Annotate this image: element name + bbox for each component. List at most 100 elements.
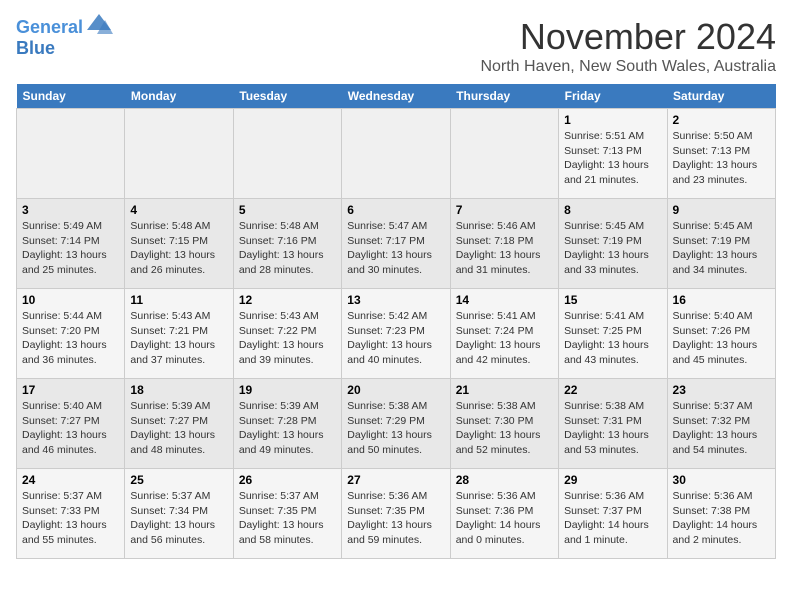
day-header-sunday: Sunday [17,84,125,109]
calendar-cell: 9 Sunrise: 5:45 AM Sunset: 7:19 PM Daylig… [667,199,775,289]
calendar-cell: 12 Sunrise: 5:43 AM Sunset: 7:22 PM Dayli… [233,289,341,379]
day-number: 13 [347,293,444,307]
day-info: Sunrise: 5:51 AM Sunset: 7:13 PM Dayligh… [564,129,661,188]
day-number: 28 [456,473,553,487]
day-number: 3 [22,203,119,217]
calendar-cell: 30 Sunrise: 5:36 AM Sunset: 7:38 PM Dayli… [667,469,775,559]
calendar-cell: 13 Sunrise: 5:42 AM Sunset: 7:23 PM Dayli… [342,289,450,379]
logo-general: General [16,17,83,37]
day-header-friday: Friday [559,84,667,109]
day-info: Sunrise: 5:38 AM Sunset: 7:30 PM Dayligh… [456,399,553,458]
calendar-cell: 25 Sunrise: 5:37 AM Sunset: 7:34 PM Dayli… [125,469,233,559]
calendar-cell [233,109,341,199]
day-number: 12 [239,293,336,307]
calendar-cell [125,109,233,199]
day-number: 2 [673,113,770,127]
calendar-week-row: 24Sunrise: 5:37 AM Sunset: 7:33 PM Dayli… [17,469,776,559]
day-number: 27 [347,473,444,487]
location-subtitle: North Haven, New South Wales, Australia [480,58,776,76]
day-info: Sunrise: 5:48 AM Sunset: 7:15 PM Dayligh… [130,219,227,278]
logo-text: General [16,18,83,38]
day-number: 11 [130,293,227,307]
day-info: Sunrise: 5:43 AM Sunset: 7:21 PM Dayligh… [130,309,227,368]
day-number: 30 [673,473,770,487]
calendar-cell: 19 Sunrise: 5:39 AM Sunset: 7:28 PM Dayli… [233,379,341,469]
day-number: 23 [673,383,770,397]
calendar-cell: 5 Sunrise: 5:48 AM Sunset: 7:16 PM Daylig… [233,199,341,289]
calendar-cell: 14Sunrise: 5:41 AM Sunset: 7:24 PM Dayli… [450,289,558,379]
calendar-cell: 28 Sunrise: 5:36 AM Sunset: 7:36 PM Dayli… [450,469,558,559]
day-info: Sunrise: 5:47 AM Sunset: 7:17 PM Dayligh… [347,219,444,278]
day-number: 9 [673,203,770,217]
day-info: Sunrise: 5:37 AM Sunset: 7:34 PM Dayligh… [130,489,227,548]
calendar-cell: 29 Sunrise: 5:36 AM Sunset: 7:37 PM Dayli… [559,469,667,559]
day-info: Sunrise: 5:44 AM Sunset: 7:20 PM Dayligh… [22,309,119,368]
day-number: 29 [564,473,661,487]
calendar-cell: 27Sunrise: 5:36 AM Sunset: 7:35 PM Dayli… [342,469,450,559]
day-number: 20 [347,383,444,397]
day-number: 22 [564,383,661,397]
day-header-wednesday: Wednesday [342,84,450,109]
day-header-monday: Monday [125,84,233,109]
day-info: Sunrise: 5:42 AM Sunset: 7:23 PM Dayligh… [347,309,444,368]
day-number: 24 [22,473,119,487]
day-number: 26 [239,473,336,487]
calendar-cell: 17Sunrise: 5:40 AM Sunset: 7:27 PM Dayli… [17,379,125,469]
day-info: Sunrise: 5:36 AM Sunset: 7:37 PM Dayligh… [564,489,661,548]
day-number: 21 [456,383,553,397]
calendar-week-row: 17Sunrise: 5:40 AM Sunset: 7:27 PM Dayli… [17,379,776,469]
day-number: 17 [22,383,119,397]
day-info: Sunrise: 5:45 AM Sunset: 7:19 PM Dayligh… [564,219,661,278]
day-info: Sunrise: 5:39 AM Sunset: 7:27 PM Dayligh… [130,399,227,458]
day-header-thursday: Thursday [450,84,558,109]
day-info: Sunrise: 5:36 AM Sunset: 7:36 PM Dayligh… [456,489,553,548]
day-info: Sunrise: 5:38 AM Sunset: 7:29 PM Dayligh… [347,399,444,458]
title-block: November 2024 North Haven, New South Wal… [480,16,776,76]
calendar-header-row: SundayMondayTuesdayWednesdayThursdayFrid… [17,84,776,109]
day-number: 4 [130,203,227,217]
day-info: Sunrise: 5:40 AM Sunset: 7:26 PM Dayligh… [673,309,770,368]
calendar-cell: 2 Sunrise: 5:50 AM Sunset: 7:13 PM Daylig… [667,109,775,199]
day-info: Sunrise: 5:48 AM Sunset: 7:16 PM Dayligh… [239,219,336,278]
calendar-cell [17,109,125,199]
calendar-cell: 15 Sunrise: 5:41 AM Sunset: 7:25 PM Dayli… [559,289,667,379]
calendar-cell [450,109,558,199]
day-info: Sunrise: 5:45 AM Sunset: 7:19 PM Dayligh… [673,219,770,278]
calendar-cell: 10 Sunrise: 5:44 AM Sunset: 7:20 PM Dayli… [17,289,125,379]
calendar-table: SundayMondayTuesdayWednesdayThursdayFrid… [16,84,776,559]
day-info: Sunrise: 5:41 AM Sunset: 7:25 PM Dayligh… [564,309,661,368]
day-number: 5 [239,203,336,217]
calendar-cell: 11 Sunrise: 5:43 AM Sunset: 7:21 PM Dayli… [125,289,233,379]
day-header-tuesday: Tuesday [233,84,341,109]
calendar-cell: 16 Sunrise: 5:40 AM Sunset: 7:26 PM Dayli… [667,289,775,379]
header: General Blue November 2024 North Haven, … [16,16,776,76]
day-info: Sunrise: 5:37 AM Sunset: 7:35 PM Dayligh… [239,489,336,548]
day-info: Sunrise: 5:43 AM Sunset: 7:22 PM Dayligh… [239,309,336,368]
calendar-cell: 7Sunrise: 5:46 AM Sunset: 7:18 PM Daylig… [450,199,558,289]
logo-blue: Blue [16,38,55,58]
day-info: Sunrise: 5:50 AM Sunset: 7:13 PM Dayligh… [673,129,770,188]
calendar-cell: 24Sunrise: 5:37 AM Sunset: 7:33 PM Dayli… [17,469,125,559]
calendar-cell: 8Sunrise: 5:45 AM Sunset: 7:19 PM Daylig… [559,199,667,289]
day-info: Sunrise: 5:39 AM Sunset: 7:28 PM Dayligh… [239,399,336,458]
day-header-saturday: Saturday [667,84,775,109]
day-number: 19 [239,383,336,397]
logo: General Blue [16,16,113,59]
calendar-cell: 23Sunrise: 5:37 AM Sunset: 7:32 PM Dayli… [667,379,775,469]
day-number: 6 [347,203,444,217]
calendar-cell: 22Sunrise: 5:38 AM Sunset: 7:31 PM Dayli… [559,379,667,469]
calendar-cell: 18Sunrise: 5:39 AM Sunset: 7:27 PM Dayli… [125,379,233,469]
day-number: 15 [564,293,661,307]
day-number: 25 [130,473,227,487]
calendar-cell: 26 Sunrise: 5:37 AM Sunset: 7:35 PM Dayli… [233,469,341,559]
calendar-cell: 20 Sunrise: 5:38 AM Sunset: 7:29 PM Dayli… [342,379,450,469]
day-number: 10 [22,293,119,307]
calendar-cell: 21 Sunrise: 5:38 AM Sunset: 7:30 PM Dayli… [450,379,558,469]
day-info: Sunrise: 5:49 AM Sunset: 7:14 PM Dayligh… [22,219,119,278]
day-info: Sunrise: 5:36 AM Sunset: 7:38 PM Dayligh… [673,489,770,548]
day-number: 16 [673,293,770,307]
calendar-cell: 4 Sunrise: 5:48 AM Sunset: 7:15 PM Daylig… [125,199,233,289]
calendar-week-row: 1 Sunrise: 5:51 AM Sunset: 7:13 PM Daylig… [17,109,776,199]
calendar-week-row: 10 Sunrise: 5:44 AM Sunset: 7:20 PM Dayli… [17,289,776,379]
day-number: 1 [564,113,661,127]
